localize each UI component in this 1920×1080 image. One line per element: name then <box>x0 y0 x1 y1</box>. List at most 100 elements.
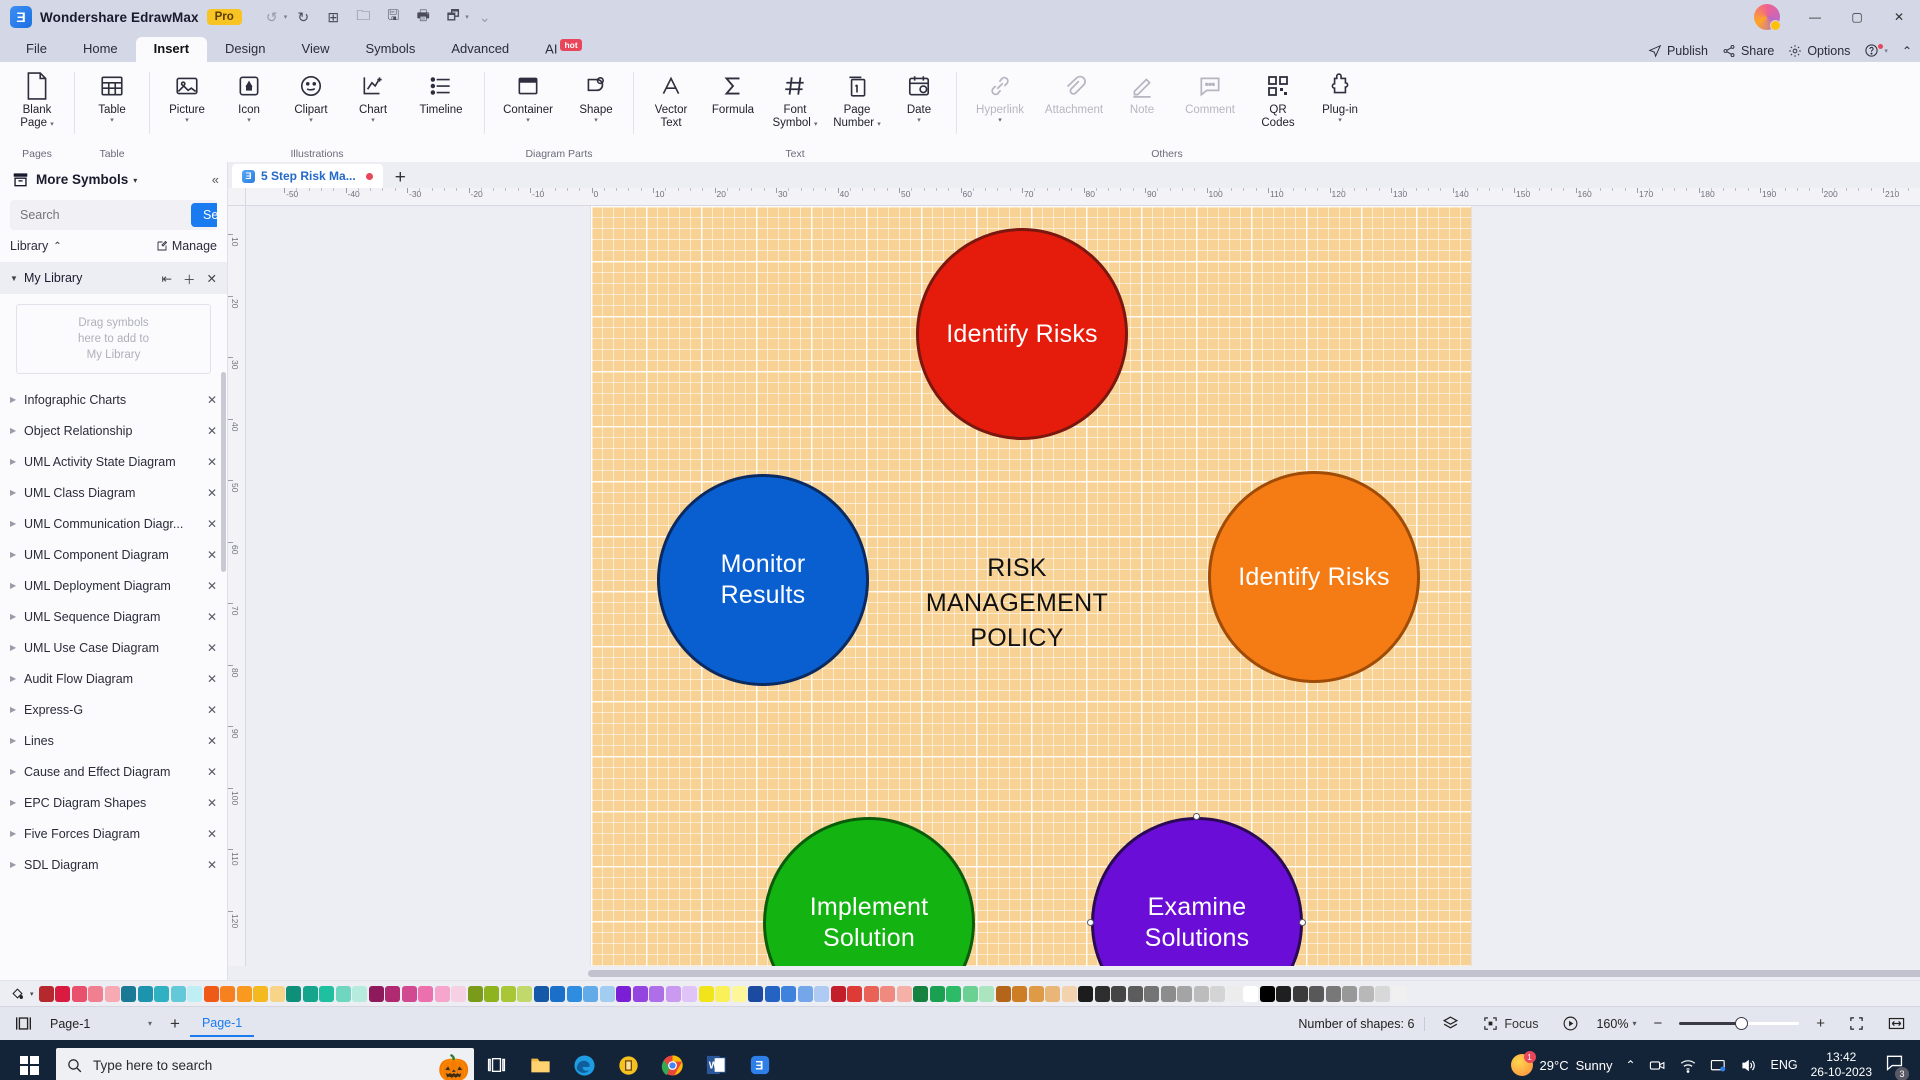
weather-widget[interactable]: 29°C Sunny <box>1510 1051 1612 1076</box>
color-swatch[interactable] <box>1358 985 1374 1002</box>
horizontal-ruler[interactable]: -50 -40 -30 -20 -10 0 10 20 30 40 50 60 70 80 90 100 110… <box>246 188 1920 206</box>
edge-button[interactable] <box>562 1042 606 1080</box>
presentation-button[interactable] <box>1555 1012 1586 1036</box>
color-swatch[interactable] <box>434 985 450 1002</box>
undo-dropdown-caret[interactable]: ▾ <box>284 13 288 21</box>
tab-symbols[interactable]: Symbols <box>347 37 433 62</box>
help-button[interactable]: ▾ <box>1864 43 1888 58</box>
color-swatch[interactable] <box>830 985 846 1002</box>
color-swatch[interactable] <box>1391 985 1407 1002</box>
color-swatch[interactable] <box>1226 985 1242 1002</box>
color-swatch[interactable] <box>1243 985 1259 1002</box>
icon-button[interactable]: Icon ▾ <box>218 66 280 125</box>
category-item[interactable]: ▶ Express-G ✕ <box>0 694 227 725</box>
diagram-node-identify-risks-top[interactable]: Identify Risks <box>916 228 1128 440</box>
network-icon[interactable] <box>1710 1058 1727 1073</box>
diagram-node-monitor-results[interactable]: Monitor Results <box>657 474 869 686</box>
fill-color-icon[interactable] <box>4 986 30 1001</box>
diagram-node-identify-risks-right[interactable]: Identify Risks <box>1208 471 1420 683</box>
category-item[interactable]: ▶ UML Communication Diagr... ✕ <box>0 508 227 539</box>
zoom-in-button[interactable]: + <box>1809 1012 1832 1036</box>
timeline-button[interactable]: Timeline <box>404 66 478 117</box>
canvas-viewport[interactable]: RISK MANAGEMENT POLICY Identify Risks Monit… <box>246 206 1920 966</box>
add-library-icon[interactable]: ＋ <box>183 269 196 288</box>
plugin-dropdown-caret[interactable]: ▾ <box>1338 117 1342 125</box>
blank-page-button[interactable]: Blank Page ▾ <box>6 66 68 129</box>
library-scrollbar-thumb[interactable] <box>221 372 226 572</box>
selection-handle[interactable] <box>1193 813 1200 820</box>
color-swatch[interactable] <box>335 985 351 1002</box>
color-swatch[interactable] <box>913 985 929 1002</box>
font-symbol-button[interactable]: Font Symbol ▾ <box>764 66 826 129</box>
share-button[interactable]: Share <box>1722 44 1774 58</box>
shape-button[interactable]: Shape ▾ <box>565 66 627 125</box>
notifications-button[interactable]: 3 <box>1885 1054 1909 1080</box>
color-swatch[interactable] <box>797 985 813 1002</box>
category-close-icon[interactable]: ✕ <box>207 765 217 779</box>
color-swatch[interactable] <box>269 985 285 1002</box>
search-input[interactable] <box>10 208 191 222</box>
color-swatch[interactable] <box>1276 985 1292 1002</box>
color-swatch[interactable] <box>632 985 648 1002</box>
color-swatch[interactable] <box>55 985 71 1002</box>
fit-width-button[interactable] <box>1881 1012 1912 1036</box>
color-swatch[interactable] <box>1292 985 1308 1002</box>
category-close-icon[interactable]: ✕ <box>207 610 217 624</box>
category-item[interactable]: ▶ UML Class Diagram ✕ <box>0 477 227 508</box>
category-item[interactable]: ▶ SDL Diagram ✕ <box>0 849 227 880</box>
color-swatch[interactable] <box>1094 985 1110 1002</box>
my-library-row[interactable]: ▼ My Library ⇤ ＋ ✕ <box>0 262 227 294</box>
color-swatch[interactable] <box>418 985 434 1002</box>
category-item[interactable]: ▶ UML Deployment Diagram ✕ <box>0 570 227 601</box>
color-swatch[interactable] <box>220 985 236 1002</box>
color-swatch[interactable] <box>1309 985 1325 1002</box>
color-swatch[interactable] <box>995 985 1011 1002</box>
task-view-button[interactable] <box>474 1042 518 1080</box>
color-swatch[interactable] <box>88 985 104 1002</box>
container-button[interactable]: Container ▾ <box>491 66 565 125</box>
chrome-button[interactable] <box>650 1042 694 1080</box>
redo-icon[interactable]: ↻ <box>289 5 317 29</box>
picture-dropdown-caret[interactable]: ▾ <box>185 117 189 125</box>
show-hidden-icons-chevron[interactable]: ⌃ <box>1625 1058 1635 1072</box>
color-swatch[interactable] <box>154 985 170 1002</box>
color-swatch[interactable] <box>533 985 549 1002</box>
qr-codes-button[interactable]: QR Codes <box>1247 66 1309 129</box>
collapse-panel-icon[interactable]: « <box>212 172 219 187</box>
color-swatch[interactable] <box>71 985 87 1002</box>
color-swatch[interactable] <box>698 985 714 1002</box>
selection-handle[interactable] <box>1299 919 1306 926</box>
diagram-node-examine-solutions[interactable]: Examine Solutions <box>1091 817 1303 966</box>
category-close-icon[interactable]: ✕ <box>207 734 217 748</box>
options-button[interactable]: Options <box>1788 44 1850 58</box>
color-swatch[interactable] <box>583 985 599 1002</box>
hyperlink-button[interactable]: Hyperlink ▾ <box>963 66 1037 125</box>
new-icon[interactable]: ⊞ <box>319 5 347 29</box>
category-item[interactable]: ▶ UML Sequence Diagram ✕ <box>0 601 227 632</box>
color-swatch[interactable] <box>500 985 516 1002</box>
category-item[interactable]: ▶ Infographic Charts ✕ <box>0 384 227 415</box>
volume-icon[interactable] <box>1740 1058 1758 1073</box>
category-close-icon[interactable]: ✕ <box>207 858 217 872</box>
color-swatch[interactable] <box>1375 985 1391 1002</box>
category-close-icon[interactable]: ✕ <box>207 641 217 655</box>
icon-dropdown-caret[interactable]: ▾ <box>247 117 251 125</box>
category-close-icon[interactable]: ✕ <box>207 393 217 407</box>
import-library-icon[interactable]: ⇤ <box>162 271 172 286</box>
color-swatch[interactable] <box>1342 985 1358 1002</box>
category-close-icon[interactable]: ✕ <box>207 796 217 810</box>
category-close-icon[interactable]: ✕ <box>207 424 217 438</box>
save-icon[interactable]: 🖫 <box>379 5 407 29</box>
edrawmax-button[interactable]: Ǝ <box>738 1042 782 1080</box>
color-swatch[interactable] <box>599 985 615 1002</box>
color-swatch[interactable] <box>121 985 137 1002</box>
open-icon[interactable]: 🗀 <box>349 5 377 29</box>
canvas-horizontal-scroll-thumb[interactable] <box>588 969 1920 977</box>
color-swatch[interactable] <box>1160 985 1176 1002</box>
color-swatch[interactable] <box>979 985 995 1002</box>
date-dropdown-caret[interactable]: ▾ <box>917 117 921 125</box>
comment-button[interactable]: Comment <box>1173 66 1247 117</box>
category-item[interactable]: ▶ EPC Diagram Shapes ✕ <box>0 787 227 818</box>
category-item[interactable]: ▶ Lines ✕ <box>0 725 227 756</box>
color-swatch[interactable] <box>896 985 912 1002</box>
